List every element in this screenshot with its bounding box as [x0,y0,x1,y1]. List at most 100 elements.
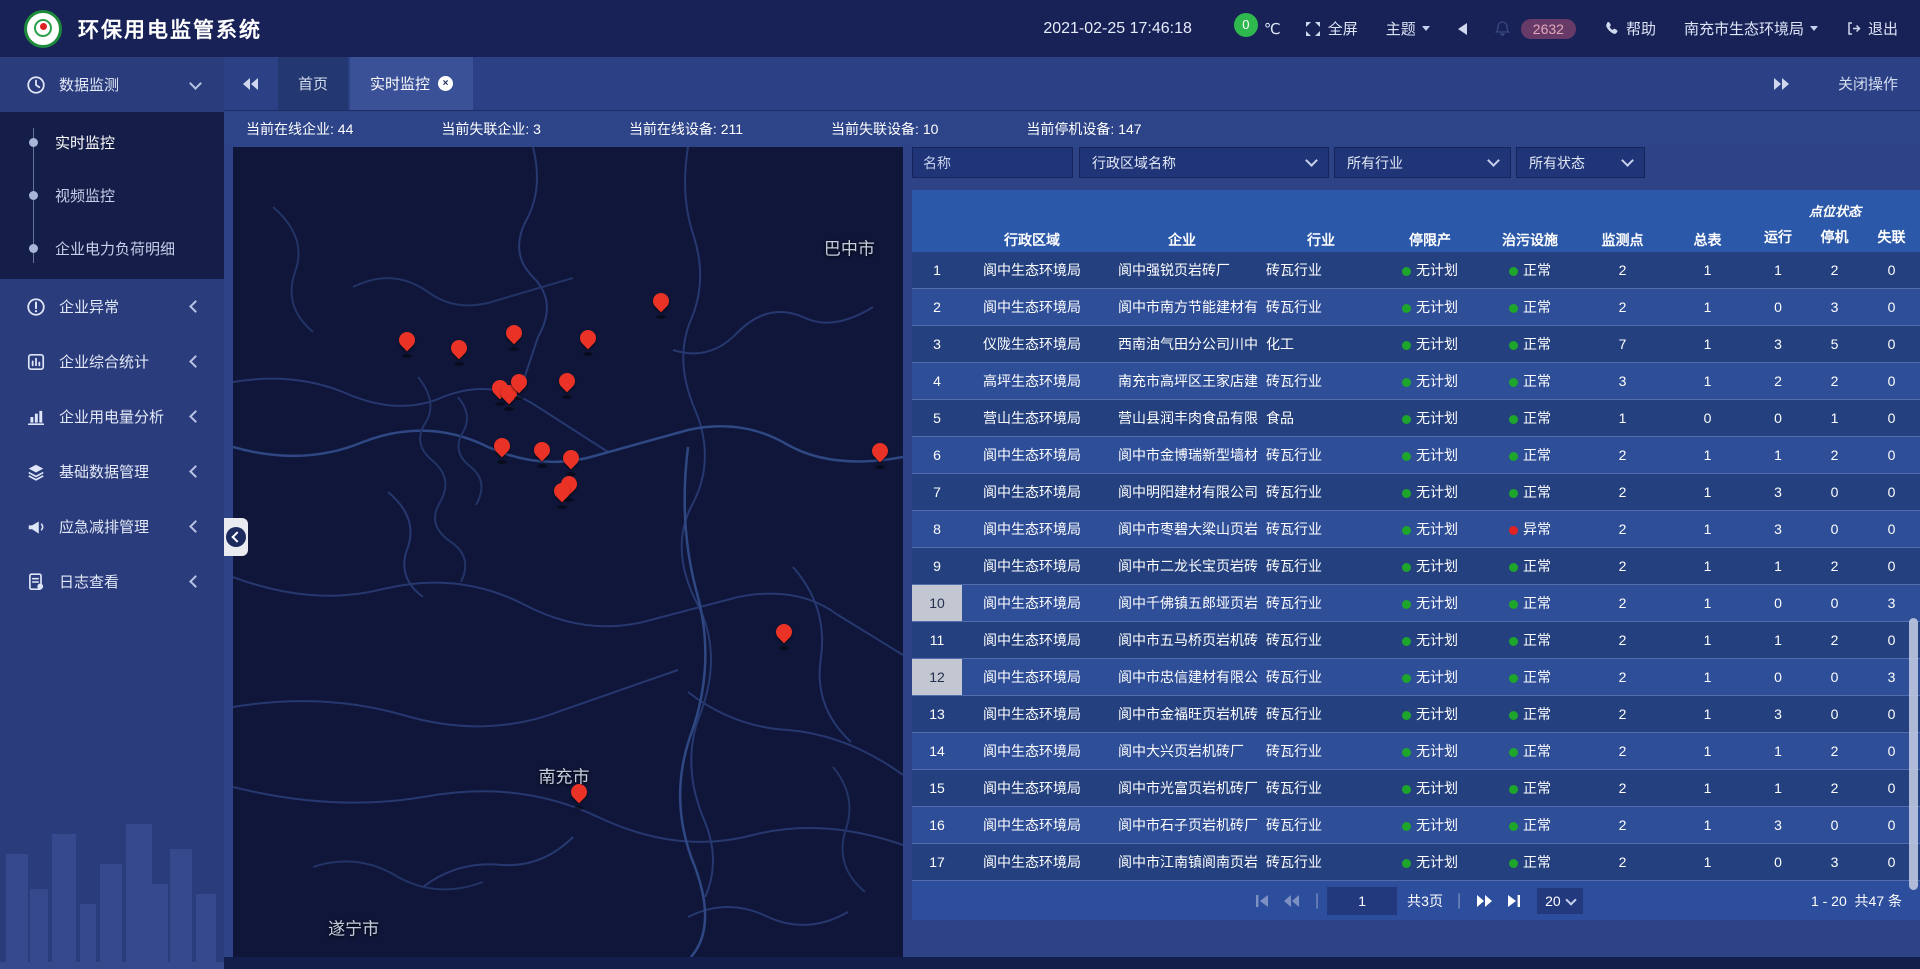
map-marker-11[interactable] [493,438,511,462]
table-row[interactable]: 10阆中生态环境局阆中千佛镇五郎垭页岩砖瓦行业无计划正常21003 [912,585,1920,622]
green-status-dot-icon [1402,637,1411,646]
col-pollution-control: 治污设施 [1480,190,1580,252]
map-marker-3[interactable] [505,325,523,349]
name-search-input[interactable] [912,147,1073,178]
cell-running: 0 [1750,400,1806,437]
col-running: 运行 [1750,222,1806,252]
table-row[interactable]: 13阆中生态环境局阆中市金福旺页岩机砖砖瓦行业无计划正常21300 [912,696,1920,733]
table-row[interactable]: 5营山生态环境局营山县润丰肉食品有限食品无计划正常10010 [912,400,1920,437]
cell-region: 阆中生态环境局 [962,585,1102,622]
map-marker-9[interactable] [558,373,576,397]
theme-dropdown[interactable]: 主题 [1386,18,1430,39]
map-pin-icon [508,371,531,394]
cell-pollution-control: 正常 [1480,548,1580,585]
table-row[interactable]: 14阆中生态环境局阆中大兴页岩机砖厂砖瓦行业无计划正常21120 [912,733,1920,770]
sidebar-item-基础数据管理[interactable]: 基础数据管理 [0,444,224,499]
green-status-dot-icon [1402,674,1411,683]
page-number-input[interactable] [1327,887,1397,915]
chevron-left-icon [189,300,202,313]
sidebar-item-数据监测[interactable]: 数据监测 [0,57,224,112]
green-status-dot-icon [1509,600,1518,609]
map-marker-17[interactable] [570,784,588,808]
map-marker-13[interactable] [562,450,580,474]
enterprise-table: 行政区域 企业 行业 停限产 治污设施 监测点 总表 点位状态 运行 停机 失联… [912,190,1920,882]
cell-region: 阆中生态环境局 [962,770,1102,807]
sidebar-item-label: 企业综合统计 [59,351,149,372]
tab-首页[interactable]: 首页 [278,57,348,110]
close-operations-button[interactable]: 关闭操作 [1838,73,1898,94]
last-page-button[interactable] [1503,890,1525,912]
map-marker-4[interactable] [579,330,597,354]
table-row[interactable]: 16阆中生态环境局阆中市石子页岩机砖厂砖瓦行业无计划正常21300 [912,807,1920,844]
map-marker-2[interactable] [450,340,468,364]
sidebar-item-企业异常[interactable]: 企业异常 [0,279,224,334]
chevron-down-icon [1487,154,1500,167]
map-marker-16[interactable] [775,624,793,648]
map-marker-10[interactable] [871,443,889,467]
cell-monitor-points: 2 [1580,733,1665,770]
tab-实时监控[interactable]: 实时监控 [350,57,473,110]
notifications-button[interactable]: 2632 [1495,19,1576,39]
sidebar-subitem-实时监控[interactable]: 实时监控 [0,116,224,169]
tab-scroll-right-button[interactable] [1754,77,1808,91]
logout-button[interactable]: 退出 [1846,18,1898,39]
tab-scroll-left-button[interactable] [224,57,278,110]
map-marker-1[interactable] [398,332,416,356]
cell-region: 阆中生态环境局 [962,807,1102,844]
sidebar-item-企业综合统计[interactable]: 企业综合统计 [0,334,224,389]
next-page-button[interactable] [1473,890,1495,912]
table-row[interactable]: 3仪陇生态环境局西南油气田分公司川中化工无计划正常71350 [912,326,1920,363]
chevron-down-icon [1565,894,1576,905]
cell-running: 1 [1750,252,1806,289]
table-row[interactable]: 9阆中生态环境局阆中市二龙长宝页岩砖砖瓦行业无计划正常21120 [912,548,1920,585]
map-pin-icon [772,621,795,644]
sidebar-subitem-视频监控[interactable]: 视频监控 [0,169,224,222]
app-title: 环保用电监管系统 [78,14,262,44]
cell-company: 营山县润丰肉食品有限 [1102,400,1262,437]
table-row[interactable]: 17阆中生态环境局阆中市江南镇阆南页岩砖瓦行业无计划正常21030 [912,844,1920,881]
map-pin-icon [531,439,554,462]
sidebar-collapse-toggle[interactable] [224,518,248,556]
fullscreen-button[interactable]: 全屏 [1305,18,1358,39]
table-row[interactable]: 4高坪生态环境局南充市高坪区王家店建砖瓦行业无计划正常31220 [912,363,1920,400]
map-marker-12[interactable] [533,442,551,466]
table-row[interactable]: 8阆中生态环境局阆中市枣碧大梁山页岩砖瓦行业无计划异常21300 [912,511,1920,548]
last-page-icon [1506,894,1522,908]
map-canvas[interactable]: 巴中市南充市遂宁市 [233,147,903,957]
table-row[interactable]: 11阆中生态环境局阆中市五马桥页岩机砖砖瓦行业无计划正常21120 [912,622,1920,659]
prev-page-button[interactable] [1281,890,1303,912]
region-select[interactable]: 行政区域名称 [1079,147,1329,178]
first-page-button[interactable] [1251,890,1273,912]
cell-stopped: 2 [1806,252,1863,289]
page-size-select[interactable]: 20 [1537,888,1583,914]
sidebar-item-企业用电量分析[interactable]: 企业用电量分析 [0,389,224,444]
mute-button[interactable] [1458,23,1467,35]
sidebar-subitem-label: 企业电力负荷明细 [55,238,175,259]
cell-index: 17 [912,844,962,881]
table-row[interactable]: 2阆中生态环境局阆中市南方节能建材有砖瓦行业无计划正常21030 [912,289,1920,326]
organization-dropdown[interactable]: 南充市生态环境局 [1684,18,1818,39]
map-marker-5[interactable] [652,293,670,317]
industry-select[interactable]: 所有行业 [1334,147,1511,178]
table-row[interactable]: 15阆中生态环境局阆中市光富页岩机砖厂砖瓦行业无计划正常21120 [912,770,1920,807]
sidebar-item-日志查看[interactable]: 日志查看 [0,554,224,609]
map-marker-8[interactable] [510,374,528,398]
table-row[interactable]: 12阆中生态环境局阆中市忠信建材有限公砖瓦行业无计划正常21003 [912,659,1920,696]
table-row[interactable]: 1阆中生态环境局阆中强锐页岩砖厂砖瓦行业无计划正常21120 [912,252,1920,289]
cell-index: 10 [912,585,962,622]
cell-region: 阆中生态环境局 [962,289,1102,326]
cell-industry: 砖瓦行业 [1262,363,1380,400]
sidebar-item-应急减排管理[interactable]: 应急减排管理 [0,499,224,554]
green-status-dot-icon [1402,785,1411,794]
cell-company: 阆中大兴页岩机砖厂 [1102,733,1262,770]
help-button[interactable]: 帮助 [1604,18,1656,39]
chevron-down-icon [1810,26,1818,31]
close-icon[interactable] [438,76,453,91]
page-scrollbar-thumb[interactable] [1909,618,1918,890]
map-marker-15[interactable] [553,483,571,507]
sidebar-subitem-企业电力负荷明细[interactable]: 企业电力负荷明细 [0,222,224,275]
status-select[interactable]: 所有状态 [1516,147,1645,178]
app-root: 环保用电监管系统 2021-02-25 17:46:18 0 ℃ 全屏 主题 [0,0,1920,969]
table-row[interactable]: 6阆中生态环境局阆中市金博瑞新型墙材砖瓦行业无计划正常21120 [912,437,1920,474]
table-row[interactable]: 7阆中生态环境局阆中明阳建材有限公司砖瓦行业无计划正常21300 [912,474,1920,511]
